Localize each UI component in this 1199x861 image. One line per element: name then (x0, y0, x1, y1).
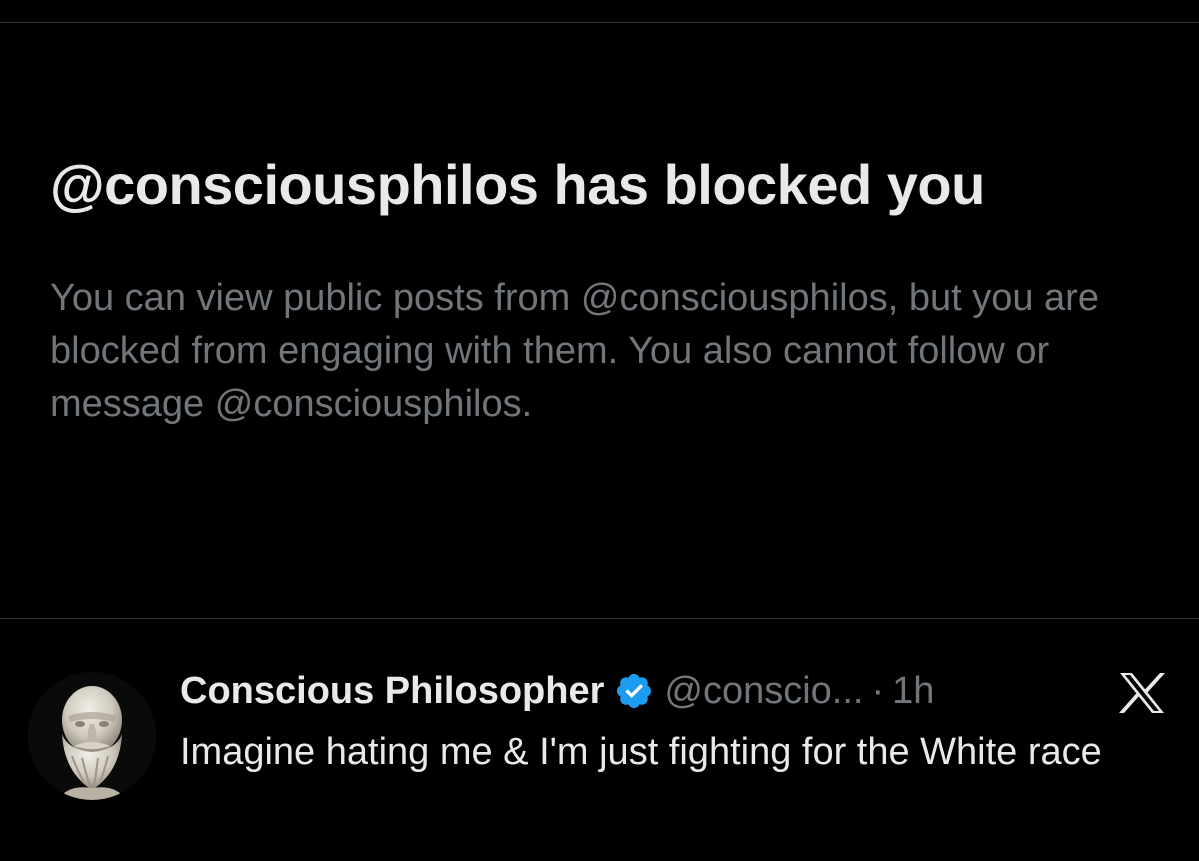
avatar[interactable] (28, 672, 156, 800)
blocked-description: You can view public posts from @consciou… (50, 277, 1099, 425)
blocked-title: @consciousphilos has blocked you (50, 153, 985, 216)
post-item[interactable]: Conscious Philosopher @conscio... · 1h I… (0, 619, 1199, 861)
blocked-notice: @consciousphilos has blocked you You can… (50, 140, 1150, 431)
separator-dot: · (871, 669, 885, 712)
bust-avatar-image (28, 672, 156, 800)
post-header: Conscious Philosopher @conscio... · 1h (180, 666, 934, 716)
author-name[interactable]: Conscious Philosopher (180, 670, 604, 713)
author-handle[interactable]: @conscio... (664, 670, 863, 713)
post-text: Imagine hating me & I'm just fighting fo… (180, 731, 1102, 773)
x-logo-icon (1116, 671, 1168, 715)
post-timestamp[interactable]: 1h (892, 670, 934, 713)
verified-badge-icon (614, 671, 654, 711)
top-divider (0, 22, 1199, 23)
